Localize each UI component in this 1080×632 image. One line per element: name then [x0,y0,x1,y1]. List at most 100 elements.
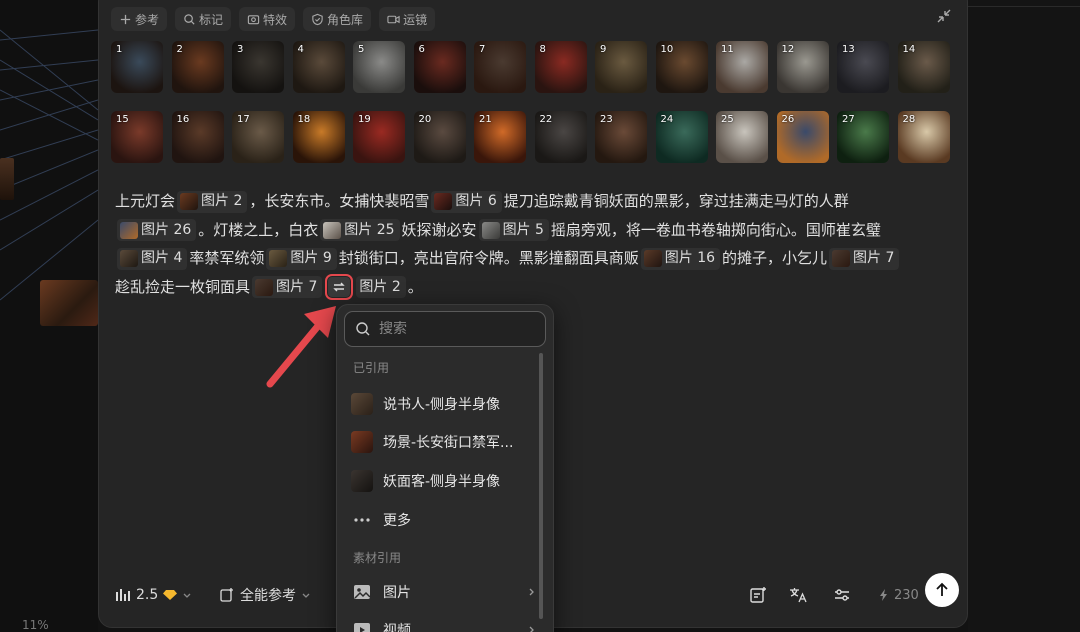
reference-button[interactable]: 参考 [111,7,168,31]
image-reference-chip[interactable]: 图片 2 [356,276,406,298]
reference-thumbnail[interactable]: 9 [595,41,647,93]
translate-button[interactable] [789,583,807,607]
thumbnail-number: 5 [358,44,365,55]
search-input[interactable] [379,321,529,337]
chip-thumbnail [434,193,453,210]
translate-icon [790,588,807,603]
section-material-title: 素材引用 [353,551,402,565]
thumbnail-number: 26 [781,114,795,125]
chevron-down-icon [302,593,310,598]
reference-thumbnail[interactable]: 5 [353,41,405,93]
more-item[interactable]: 更多 [351,507,537,533]
reference-thumbnail[interactable]: 25 [716,111,768,163]
zoom-level[interactable]: 11% [22,618,49,632]
canvas-thumbnail[interactable] [40,280,98,326]
reference-thumbnail[interactable]: 24 [655,111,708,163]
reference-thumbnail[interactable]: 13 [837,41,889,93]
canvas-thumbnail[interactable] [0,158,14,200]
chip-label: 图片 9 [290,250,332,267]
reference-thumbnail[interactable]: 14 [897,41,950,93]
prompt-segment: 。 [407,277,423,296]
reference-thumbnail[interactable]: 15 [111,111,163,163]
thumbnail-number: 16 [176,114,190,125]
material-item-video[interactable]: 视频 [351,617,537,632]
cited-thumbnail [351,470,373,492]
notes-plus-icon [750,587,766,603]
divider [968,6,1080,7]
image-reference-chip[interactable]: 图片 6 [431,190,502,213]
reference-thumbnail[interactable]: 10 [655,41,708,93]
chip-thumbnail [323,221,342,239]
image-reference-chip[interactable]: 图片 26 [117,219,197,241]
reference-thumbnail[interactable]: 11 [716,41,768,93]
model-selector[interactable]: 2.5 [115,583,192,607]
thumbnail-number: 14 [902,44,916,55]
reference-thumbnail[interactable]: 4 [292,41,345,93]
reference-thumbnail[interactable]: 18 [292,111,345,163]
reference-thumbnail[interactable]: 20 [413,111,466,163]
chip-label: 图片 26 [141,221,192,238]
reference-thumbnail[interactable]: 8 [534,41,587,93]
prompt-template-button[interactable] [749,583,767,607]
thumbnail-number: 3 [237,44,244,55]
image-reference-chip[interactable]: 图片 16 [640,247,721,270]
effect-label: 特效 [263,12,288,27]
reference-thumbnail[interactable]: 17 [232,111,284,163]
shield-icon [312,13,323,25]
reference-thumbnail[interactable]: 1 [111,41,163,93]
reference-thumbnail[interactable]: 6 [413,41,466,93]
reference-thumbnail[interactable]: 22 [534,111,587,163]
chip-thumbnail [180,193,199,210]
reference-thumbnail[interactable]: 2 [171,41,224,93]
thumbnail-number: 1 [116,44,123,55]
image-reference-chip[interactable]: 图片 7 [252,276,323,298]
reference-thumbnail[interactable]: 27 [837,111,889,163]
reference-thumbnail[interactable]: 26 [776,111,829,163]
cited-label: 场景-长安街口禁军... [383,435,514,451]
role-library-label: 角色库 [327,12,364,27]
cited-item[interactable]: 场景-长安街口禁军... [351,429,537,455]
reference-thumbnail[interactable]: 28 [897,111,950,163]
effect-button[interactable]: 特效 [239,7,296,31]
cited-item[interactable]: 妖面客-侧身半身像 [351,468,537,494]
dropdown-scrollbar[interactable] [539,353,543,619]
thumbnail-number: 4 [297,44,304,55]
role-library-button[interactable]: 角色库 [303,7,372,31]
reference-thumbnail[interactable]: 12 [776,41,829,93]
lightning-icon [880,589,887,601]
send-button[interactable] [925,573,959,607]
image-reference-chip[interactable]: 图片 5 [478,219,549,241]
cited-item[interactable]: 说书人-侧身半身像 [351,391,537,417]
more-dots-icon [354,518,370,522]
reference-thumbnail[interactable]: 7 [474,41,526,93]
reference-thumbnail[interactable]: 23 [595,111,647,163]
chevron-right-icon [529,588,534,596]
thumbnail-number: 6 [418,44,425,55]
reference-thumbnail[interactable]: 21 [474,111,526,163]
reference-thumbnail[interactable]: 3 [232,41,284,93]
reference-mode-selector[interactable]: 全能参考 [219,583,311,607]
collapse-icon[interactable] [935,7,953,25]
camera-move-button[interactable]: 运镜 [379,7,436,31]
chip-thumbnail [643,250,662,267]
prompt-text[interactable]: 上元灯会 图片 2 ，长安东市。女捕快裴昭雪 图片 6 提刀追踪戴青铜妖面的黑影，穿过挂… [115,187,955,301]
image-reference-chip[interactable]: 图片 7 [829,247,900,270]
thumbnail-number: 17 [237,114,250,125]
section-cited-title: 已引用 [353,361,390,375]
reference-thumbnail[interactable]: 16 [171,111,224,163]
sliders-icon [835,589,849,601]
thumbnail-number: 24 [660,114,674,125]
thumbnail-number: 19 [358,114,371,125]
reference-thumbnail[interactable]: 19 [353,111,405,163]
image-reference-chip[interactable]: 图片 2 [177,190,248,213]
material-item-image[interactable]: 图片 [351,579,537,605]
swap-reference-icon[interactable] [325,274,354,300]
search-box[interactable] [344,311,546,347]
prompt-segment: ，长安东市。女捕快裴昭雪 [249,192,430,210]
image-reference-chip[interactable]: 图片 4 [117,247,188,270]
mark-button[interactable]: 标记 [175,7,232,31]
settings-button[interactable] [833,583,851,607]
image-reference-chip[interactable]: 图片 9 [266,247,337,270]
thumbnail-number: 20 [418,114,432,125]
image-reference-chip[interactable]: 图片 25 [320,219,400,241]
